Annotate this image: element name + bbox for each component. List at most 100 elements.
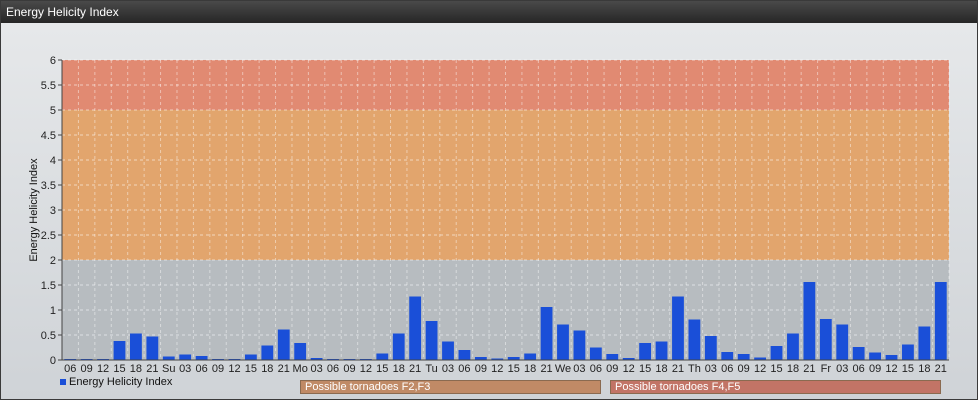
bar-3	[113, 341, 126, 360]
bar-35	[639, 343, 652, 360]
x-tick-label: 12	[228, 363, 240, 375]
x-tick-label: 06	[590, 363, 602, 375]
x-tick-label: 06	[327, 363, 339, 375]
x-tick-label: 15	[113, 363, 125, 375]
x-tick-label: 12	[491, 363, 503, 375]
bar-12	[261, 345, 274, 360]
x-tick-label: 06	[64, 363, 76, 375]
bar-38	[688, 319, 701, 360]
bar-50	[885, 355, 898, 360]
x-tick-label: 06	[195, 363, 207, 375]
x-tick-label: 09	[343, 363, 355, 375]
bar-44	[787, 333, 799, 360]
bar-21	[409, 296, 422, 360]
bar-30	[557, 324, 569, 360]
x-tick-label: 15	[902, 363, 914, 375]
bar-48	[852, 347, 865, 360]
x-tick-label: 09	[738, 363, 750, 375]
y-tick-label: 0	[50, 355, 56, 367]
bar-22	[425, 321, 438, 360]
bar-29	[540, 307, 553, 360]
x-tick-label: 21	[146, 363, 158, 375]
bar-46	[819, 319, 832, 360]
y-tick-label: 4.5	[41, 130, 56, 142]
x-tick-label: 18	[655, 363, 667, 375]
y-tick-label: 4	[50, 155, 56, 167]
bar-5	[146, 336, 159, 360]
x-tick-label: 06	[853, 363, 865, 375]
x-tick-label: 15	[245, 363, 257, 375]
y-tick-label: 5.5	[41, 80, 56, 92]
x-tick-label: 21	[278, 363, 290, 375]
y-tick-label: 3.5	[41, 180, 56, 192]
zone-f4-f5: Possible tornadoes F4,F5	[610, 380, 941, 394]
bar-20	[392, 333, 405, 360]
x-tick-label: 09	[212, 363, 224, 375]
bar-13	[277, 329, 290, 360]
x-tick-label: 03	[179, 363, 191, 375]
x-tick-label: Mo	[293, 363, 308, 375]
y-tick-labels: 0 0.5 1 1.5 2 2.5 3 3.5 4 4.5 5 5.5 6	[41, 55, 62, 367]
bar-36	[655, 341, 668, 360]
x-tick-label: 18	[393, 363, 405, 375]
x-tick-label: 12	[623, 363, 635, 375]
x-tick-label: 09	[475, 363, 487, 375]
bar-32	[589, 347, 602, 360]
x-tick-label: 21	[672, 363, 684, 375]
y-tick-label: 3	[50, 205, 56, 217]
x-tick-label: 18	[261, 363, 273, 375]
x-tick-label: 15	[508, 363, 520, 375]
bar-37	[672, 296, 684, 360]
bar-43	[770, 346, 783, 360]
x-tick-label: 15	[376, 363, 388, 375]
x-tick-label: 09	[869, 363, 881, 375]
y-tick-label: 5	[50, 105, 56, 117]
x-tick-label: Th	[688, 363, 701, 375]
x-tick-label: 12	[360, 363, 372, 375]
x-tick-labels: 06 09 12 15 18 21 Su 03 06 09 12 15 18 21 Mo 03 06 09 12 15…	[64, 363, 947, 375]
x-tick-label: 18	[524, 363, 536, 375]
y-tick-label: 1.5	[41, 280, 56, 292]
x-tick-label: 03	[705, 363, 717, 375]
bar-49	[869, 352, 881, 360]
bar-41	[737, 354, 750, 360]
x-tick-label: 03	[573, 363, 585, 375]
bar-52	[918, 326, 931, 360]
x-tick-label: 18	[918, 363, 930, 375]
bar-19	[376, 353, 389, 360]
legend-label: Energy Helicity Index	[69, 376, 173, 388]
x-tick-label: 03	[836, 363, 848, 375]
x-tick-label: 03	[310, 363, 322, 375]
x-tick-label: 18	[787, 363, 799, 375]
energy-helicity-chart: 0 0.5 1 1.5 2 2.5 3 3.5 4 4.5 5 5.5 6 06 09 12 15 18 21 Su…	[28, 55, 950, 375]
x-tick-label: 21	[803, 363, 815, 375]
bar-23	[442, 341, 454, 360]
x-tick-label: 03	[442, 363, 454, 375]
x-tick-label: We	[555, 363, 571, 375]
y-tick-label: 1	[50, 305, 56, 317]
bar-14	[294, 343, 307, 360]
bar-4	[130, 333, 142, 360]
y-tick-label: 2	[50, 255, 56, 267]
bar-31	[573, 330, 586, 360]
bar-8	[195, 356, 208, 360]
x-tick-label: Tu	[425, 363, 437, 375]
x-tick-label: 15	[639, 363, 651, 375]
bar-33	[606, 354, 619, 360]
legend: Energy Helicity Index	[60, 375, 172, 389]
x-tick-label: Su	[162, 363, 175, 375]
x-tick-label: 18	[130, 363, 142, 375]
x-tick-label: 12	[97, 363, 109, 375]
x-tick-label: 21	[540, 363, 552, 375]
bar-39	[704, 336, 717, 360]
x-tick-label: 12	[885, 363, 897, 375]
y-tick-label: 2.5	[41, 230, 56, 242]
bar-51	[902, 344, 914, 360]
zone-f2-f3: Possible tornadoes F2,F3	[300, 380, 601, 394]
bar-24	[458, 350, 471, 360]
x-tick-label: Fr	[821, 363, 832, 375]
bar-40	[721, 352, 734, 360]
bar-45	[803, 282, 816, 360]
x-tick-label: 06	[721, 363, 733, 375]
x-tick-label: 12	[754, 363, 766, 375]
